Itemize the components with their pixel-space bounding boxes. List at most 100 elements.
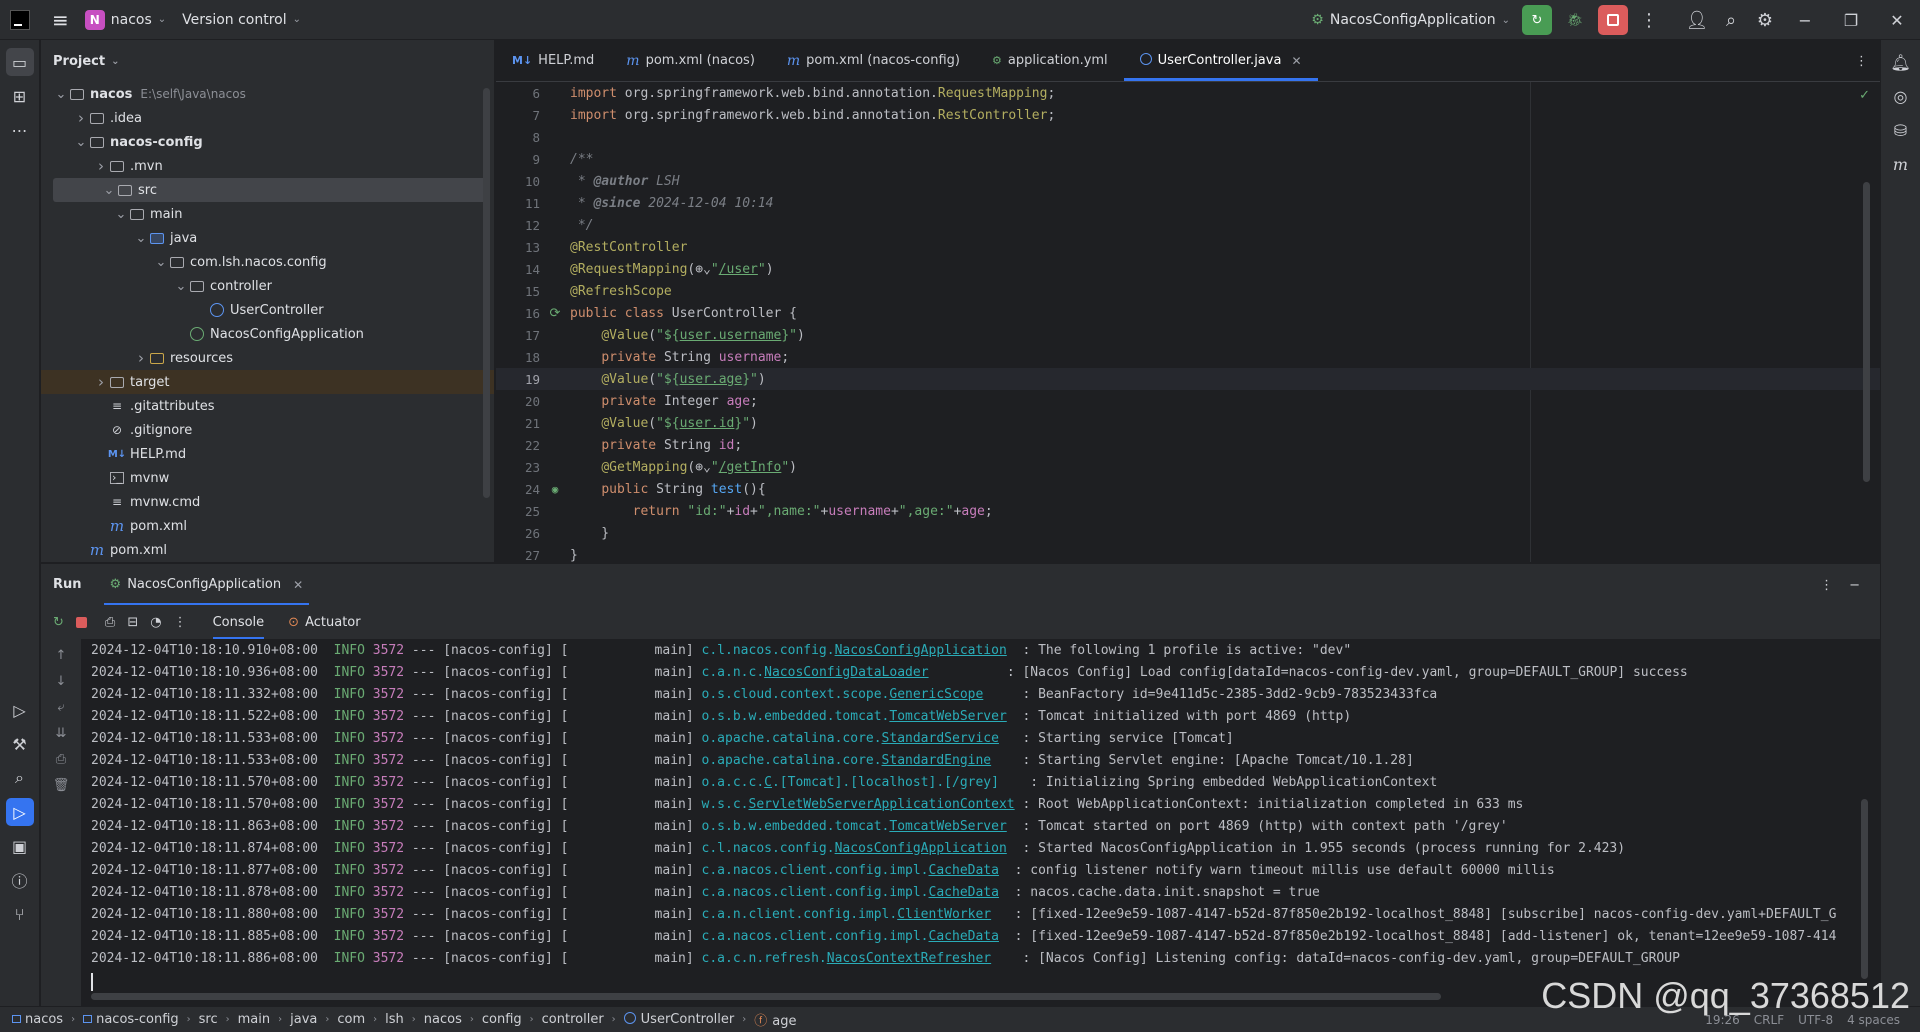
soft-wrap-icon[interactable]: ⤶ [51,697,71,717]
log-logger[interactable]: c.a.n.client.config.impl.ClientWorker [702,907,992,922]
chevron-down-icon[interactable]: ⌄ [73,135,89,150]
debug-button[interactable]: 🐞︎ [1560,5,1590,35]
ai-assistant-icon[interactable]: ◎ [1887,82,1915,110]
log-logger[interactable]: c.a.n.c.NacosConfigDataLoader [702,665,929,680]
scroll-to-end-icon[interactable]: ⇊ [51,723,71,743]
endpoint-gutter-icon[interactable]: ◉ [540,483,570,496]
console-tab[interactable]: Console [212,605,265,639]
breadcrumb-item[interactable]: config [482,1012,522,1027]
log-logger[interactable]: c.l.nacos.config.NacosConfigApplication [702,643,1007,658]
breadcrumb-item[interactable]: controller [542,1012,604,1027]
code-line[interactable]: 24 ◉ public String test(){ [496,478,1880,500]
code-line[interactable]: 26 } [496,522,1880,544]
code-line[interactable]: 15 @RefreshScope [496,280,1880,302]
project-panel-header[interactable]: Project ⌄ [41,40,494,82]
restore-button[interactable]: ❐ [1828,0,1874,40]
code-line[interactable]: 18 private String username; [496,346,1880,368]
actuator-tab[interactable]: ⊙ Actuator [288,615,360,630]
code-line[interactable]: 20 private Integer age; [496,390,1880,412]
bean-gutter-icon[interactable]: ⟳ [540,306,570,321]
terminal-tool-icon[interactable]: ▣ [6,832,34,860]
tree-item[interactable]: UserController [41,298,494,322]
log-logger[interactable]: c.a.nacos.client.config.impl.CacheData [702,863,999,878]
log-logger[interactable]: o.a.c.c.C.[Tomcat].[localhost].[/grey] [702,775,999,790]
structure-tool-icon[interactable]: ⊞ [6,82,34,110]
main-menu-button[interactable]: ≡ [44,0,77,40]
breadcrumb-item[interactable]: nacos [424,1012,462,1027]
tree-item[interactable]: ⌄ main [41,202,494,226]
breadcrumb-item[interactable]: UserController [623,1012,734,1027]
scroll-down-icon[interactable]: ↓ [51,671,71,691]
close-icon[interactable]: ✕ [293,578,303,592]
stop-icon[interactable] [75,616,87,628]
chevron-down-icon[interactable]: ⌄ [133,231,149,246]
breadcrumb-item[interactable]: main [238,1012,270,1027]
tree-item[interactable]: ⊘ .gitignore [41,418,494,442]
code-line[interactable]: 21 @Value("${user.id}") [496,412,1880,434]
console-output[interactable]: ↑ ↓ ⤶ ⇊ ⎙ 🗑︎ 2024-12-04T10:18:10.910+08:… [41,639,1880,1006]
tree-item[interactable]: ⌄ nacos-config [41,130,494,154]
code-line[interactable]: 19 @Value("${user.age}") [496,368,1880,390]
editor-tab[interactable]: ⚙ application.yml [976,40,1124,81]
rerun-icon[interactable]: ↻ [53,615,64,630]
profiler-icon[interactable]: ◔ [150,615,161,630]
log-logger[interactable]: c.l.nacos.config.NacosConfigApplication [702,841,1007,856]
chevron-right-icon[interactable]: › [73,109,89,127]
breadcrumb-item[interactable]: nacos [12,1012,63,1027]
breadcrumb-item[interactable]: com [337,1012,365,1027]
log-logger[interactable]: o.s.b.w.embedded.tomcat.TomcatWebServer [702,709,1007,724]
code-line[interactable]: 17 @Value("${user.username}") [496,324,1880,346]
editor-scrollbar[interactable] [1863,182,1870,482]
clear-trash-icon[interactable]: 🗑︎ [51,775,71,795]
code-line[interactable]: 25 return "id:"+id+",name:"+username+",a… [496,500,1880,522]
tree-item[interactable]: › .mvn [41,154,494,178]
tree-item[interactable]: › target [41,370,494,394]
code-editor[interactable]: 6 import org.springframework.web.bind.ann… [496,82,1880,562]
notifications-icon[interactable]: 🔔︎ [1887,48,1915,76]
log-logger[interactable]: w.s.c.ServletWebServerApplicationContext [702,797,1015,812]
editor-tab[interactable]: m pom.xml (nacos-config) [771,40,976,81]
git-tool-icon[interactable]: ⑂ [6,900,34,928]
database-icon[interactable]: ⛁ [1887,116,1915,144]
tabs-more-icon[interactable]: ⋮ [1855,40,1868,82]
chevron-down-icon[interactable]: ⌄ [153,255,169,270]
chevron-down-icon[interactable]: ⌄ [113,207,129,222]
more-icon[interactable]: ⋮ [174,615,187,630]
breadcrumb-item[interactable]: lsh [385,1012,404,1027]
tree-item[interactable]: ≡ mvnw.cmd [41,490,494,514]
tree-item[interactable]: ⌄ controller [41,274,494,298]
chevron-right-icon[interactable]: › [93,157,109,175]
tree-scrollbar[interactable] [483,88,490,498]
code-line[interactable]: 22 private String id; [496,434,1880,456]
code-line[interactable]: 7 import org.springframework.web.bind.ann… [496,104,1880,126]
more-tools-icon[interactable]: ⋯ [6,116,34,144]
more-options-icon[interactable]: ⋮ [1820,578,1833,593]
camera-icon[interactable]: ⎙ [105,615,115,630]
stop-button[interactable] [1598,5,1628,35]
chevron-down-icon[interactable]: ⌄ [173,279,189,294]
dump-threads-icon[interactable]: ⊟ [127,615,138,630]
code-line[interactable]: 16 ⟳ public class UserController { [496,302,1880,324]
code-line[interactable]: 13 @RestController [496,236,1880,258]
editor-tab[interactable]: m pom.xml (nacos) [610,40,771,81]
console-hscrollbar[interactable] [91,993,1441,1000]
tree-item[interactable]: ⌄ nacos E:\self\Java\nacos [41,82,494,106]
print-icon[interactable]: ⎙ [51,749,71,769]
hide-panel-icon[interactable]: − [1849,578,1860,593]
tree-item[interactable]: ›_ mvnw [41,466,494,490]
log-logger[interactable]: c.a.c.n.refresh.NacosContextRefresher [702,951,992,966]
breadcrumb-item[interactable]: java [290,1012,317,1027]
settings-gear-icon[interactable]: ⚙ [1748,0,1782,40]
project-tool-icon[interactable]: ▭ [5,48,34,76]
run-config-selector[interactable]: ⚙ NacosConfigApplication ⌄ [1303,0,1518,40]
build-tool-icon[interactable]: ⚒ [6,730,34,758]
tree-item[interactable]: NacosConfigApplication [41,322,494,346]
tree-item[interactable]: M↓ HELP.md [41,442,494,466]
code-line[interactable]: 10 * @author LSH [496,170,1880,192]
code-line[interactable]: 12 */ [496,214,1880,236]
maven-icon[interactable]: m [1887,150,1915,178]
run-tool-icon[interactable]: ▷ [5,798,34,826]
editor-tab[interactable]: M↓ HELP.md [496,40,610,81]
log-logger[interactable]: o.s.cloud.context.scope.GenericScope [702,687,984,702]
chevron-right-icon[interactable]: › [93,373,109,391]
